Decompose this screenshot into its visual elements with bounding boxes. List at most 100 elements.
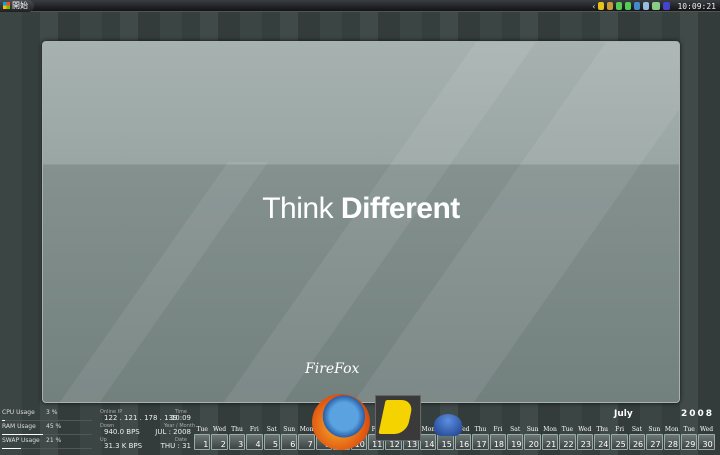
weekday-label: Wed	[213, 426, 227, 433]
rocketdock-icon[interactable]	[375, 395, 421, 441]
day-number: 18	[489, 434, 507, 450]
day-number: 2	[211, 434, 228, 450]
start-button[interactable]: 開始	[0, 0, 34, 12]
cpu-bar	[2, 420, 5, 421]
calendar-day[interactable]: Wed 30	[698, 426, 715, 450]
weekday-label: Sun	[526, 426, 539, 433]
day-number: 6	[280, 434, 298, 450]
calendar-day[interactable]: Sat 19	[507, 426, 524, 450]
weekday-label: Fri	[615, 426, 625, 433]
volume-icon[interactable]	[643, 2, 650, 10]
year-month-value: JUL : 2008	[155, 428, 191, 436]
date-value: THU : 31	[160, 442, 191, 450]
swap-label: SWAP Usage	[2, 437, 40, 444]
day-number: 14	[420, 434, 437, 450]
day-number: 22	[559, 434, 576, 450]
calendar-day[interactable]: Sun 27	[646, 426, 663, 450]
calendar-day[interactable]: Mon 21	[541, 426, 559, 450]
calendar-day[interactable]: Tue 1	[194, 426, 211, 450]
swap-value: 21 %	[46, 437, 62, 444]
day-number: 3	[228, 434, 246, 450]
people-icon[interactable]	[607, 2, 614, 10]
chevron-left-icon[interactable]: ‹	[592, 2, 595, 11]
headline-light: Think	[262, 192, 341, 225]
clock[interactable]: 10:09:21	[677, 2, 716, 11]
weekday-label: Sat	[510, 426, 521, 433]
day-number: 30	[698, 434, 715, 450]
weekday-label: Wed	[699, 426, 714, 433]
weekday-label: Sun	[648, 426, 661, 433]
dock-label: FireFox	[305, 361, 360, 377]
ram-usage: RAM Usage 45 %	[2, 423, 92, 435]
network-icon[interactable]	[616, 2, 623, 10]
swap-usage: SWAP Usage 21 %	[2, 437, 92, 449]
calendar-day[interactable]: Wed 23	[576, 426, 593, 450]
headline: Think Different	[43, 192, 679, 226]
weekday-label: Mon	[664, 426, 679, 433]
start-label: 開始	[12, 1, 28, 10]
cpu-value: 3 %	[46, 409, 58, 416]
calendar-day[interactable]: Wed 2	[211, 426, 228, 450]
wallpaper-panel: Think Different	[42, 41, 680, 403]
display-icon[interactable]	[652, 2, 661, 10]
messenger-icon[interactable]	[598, 2, 605, 10]
msn-messenger-icon[interactable]	[434, 414, 462, 436]
network-icon[interactable]	[625, 2, 632, 10]
weekday-label: Tue	[196, 426, 208, 433]
ram-bar	[2, 434, 43, 435]
calendar-month: July	[614, 409, 633, 419]
weekday-label: Fri	[493, 426, 503, 433]
ime-icon[interactable]	[663, 2, 671, 10]
ram-value: 45 %	[46, 423, 62, 430]
weekday-label: Mon	[543, 426, 557, 433]
day-number: 4	[246, 434, 263, 450]
calendar-day[interactable]: Thu 17	[472, 426, 489, 450]
day-number: 21	[541, 434, 559, 450]
taskbar: 開始 ‹ 10:09:21	[0, 0, 720, 12]
day-number: 17	[472, 434, 489, 450]
weekday-label: Wed	[578, 426, 592, 433]
day-number: 7	[298, 434, 315, 450]
calendar-day[interactable]: Sun 6	[280, 426, 298, 450]
calendar-day[interactable]: Fri 18	[489, 426, 507, 450]
network-monitor: Online IP Time 122 . 121 . 178 . 139 10:09 …	[100, 409, 195, 451]
down-value: 940.0 BPS	[104, 428, 140, 436]
calendar-day[interactable]: Tue 22	[559, 426, 576, 450]
day-number: 20	[524, 434, 541, 450]
weekday-label: Sun	[283, 426, 296, 433]
system-monitor: CPU Usage 3 % RAM Usage 45 % SWAP Usage 21 …	[2, 409, 92, 451]
calendar-day[interactable]: Sat 5	[263, 426, 280, 450]
day-number: 16	[454, 434, 472, 450]
headline-bold: Different	[340, 192, 460, 225]
firefox-icon[interactable]	[312, 394, 370, 450]
system-tray: ‹ 10:09:21	[592, 1, 716, 11]
time-value: 10:09	[170, 414, 191, 422]
weekday-label: Sat	[266, 426, 277, 433]
up-value: 31.3 K BPS	[104, 442, 143, 450]
ram-label: RAM Usage	[2, 423, 36, 430]
swap-bar	[2, 448, 21, 449]
calendar-day[interactable]: Fri 4	[246, 426, 263, 450]
calendar-day[interactable]: Sat 26	[628, 426, 646, 450]
day-number: 24	[593, 434, 611, 450]
weekday-label: Tue	[561, 426, 574, 433]
day-number: 23	[576, 434, 593, 450]
cpu-usage: CPU Usage 3 %	[2, 409, 92, 421]
calendar-day[interactable]: Fri 25	[611, 426, 628, 450]
day-number: 15	[437, 434, 454, 450]
day-number: 19	[507, 434, 524, 450]
calendar-day[interactable]: Sun 20	[524, 426, 541, 450]
bluetooth-icon[interactable]	[634, 2, 641, 10]
weekday-label: Tue	[683, 426, 695, 433]
calendar-day[interactable]: Mon 28	[663, 426, 680, 450]
weekday-label: Thu	[596, 426, 609, 433]
windows-logo-icon	[3, 2, 10, 9]
weekday-label: Fri	[249, 426, 259, 433]
day-number: 1	[194, 434, 211, 450]
day-number: 5	[263, 434, 280, 450]
calendar-day[interactable]: Thu 3	[228, 426, 246, 450]
calendar-day[interactable]: Tue 29	[680, 426, 698, 450]
calendar-day[interactable]: Thu 24	[593, 426, 611, 450]
weekday-label: Thu	[474, 426, 487, 433]
day-number: 26	[628, 434, 646, 450]
